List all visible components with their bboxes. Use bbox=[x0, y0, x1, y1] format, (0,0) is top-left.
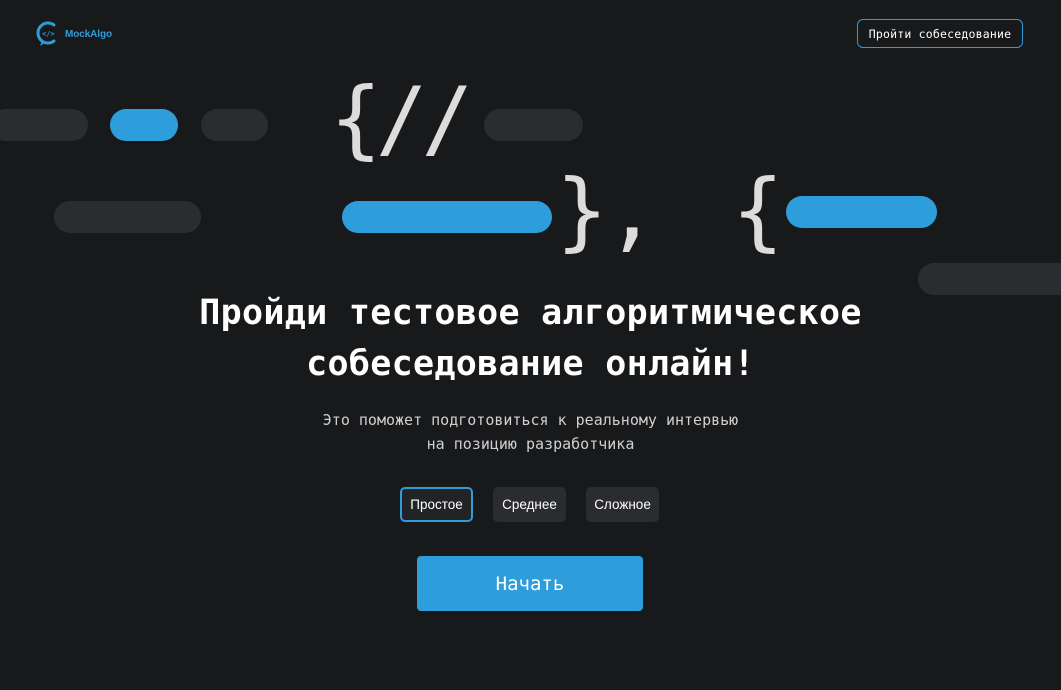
title-line: собеседование онлайн! bbox=[306, 344, 755, 384]
page-title: Пройди тестовое алгоритмическое собеседо… bbox=[0, 288, 1061, 390]
start-interview-button[interactable]: Пройти собеседование bbox=[857, 19, 1023, 48]
decor-pill bbox=[201, 109, 268, 141]
decor-pill bbox=[484, 109, 583, 141]
decor-pill bbox=[110, 109, 178, 141]
logo-text: MockAlgo bbox=[65, 28, 112, 40]
page-subtitle: Это поможет подготовиться к реальному ин… bbox=[0, 408, 1061, 456]
decor-code-close-brace: }, bbox=[556, 161, 658, 261]
subtitle-line: Это поможет подготовиться к реальному ин… bbox=[322, 411, 739, 429]
chat-code-icon: </> bbox=[36, 21, 60, 47]
difficulty-selector: Простое Среднее Сложное bbox=[400, 487, 659, 522]
logo-code-glyph: </> bbox=[42, 30, 55, 38]
decor-code-open-brace: { bbox=[732, 161, 784, 261]
decor-pill bbox=[786, 196, 937, 228]
decor-code-brace-slashes: {// bbox=[330, 69, 473, 169]
difficulty-hard-button[interactable]: Сложное bbox=[586, 487, 659, 522]
difficulty-easy-button[interactable]: Простое bbox=[400, 487, 473, 522]
decor-pill bbox=[0, 109, 88, 141]
difficulty-medium-button[interactable]: Среднее bbox=[493, 487, 566, 522]
start-button[interactable]: Начать bbox=[417, 556, 643, 611]
decor-pill bbox=[54, 201, 201, 233]
subtitle-line: на позицию разработчика bbox=[426, 435, 635, 453]
title-line: Пройди тестовое алгоритмическое bbox=[199, 293, 862, 333]
decor-pill bbox=[342, 201, 552, 233]
logo[interactable]: </> MockAlgo bbox=[36, 21, 112, 47]
